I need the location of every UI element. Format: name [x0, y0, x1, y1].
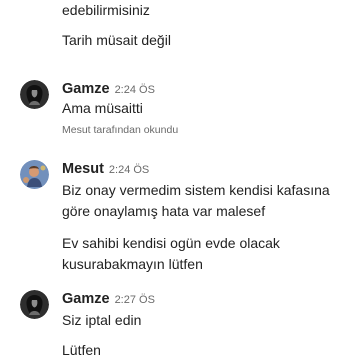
message-header: Mesut 2:24 ÖS [62, 161, 149, 177]
user-photo-avatar [20, 160, 49, 189]
message-thread: edebilirmisiniz Tarih müsait değil Gamze… [0, 0, 350, 358]
sender-name[interactable]: Gamze [62, 81, 110, 97]
avatar[interactable] [20, 80, 49, 109]
message-timestamp: 2:24 ÖS [108, 164, 150, 176]
avatar[interactable] [20, 160, 49, 189]
message-text: edebilirmisiniz [62, 2, 150, 18]
message-text: Lütfen [62, 342, 101, 358]
message-text: Siz iptal edin [62, 312, 142, 328]
person-silhouette-icon [20, 290, 49, 319]
message-text: Tarih müsait değil [62, 32, 171, 48]
message-timestamp: 2:27 ÖS [114, 294, 155, 306]
avatar[interactable] [20, 290, 49, 319]
message-text: kusurabakmayın lütfen [62, 256, 203, 272]
message-header: Gamze 2:27 ÖS [62, 291, 155, 307]
message-header: Gamze 2:24 ÖS [62, 81, 155, 97]
read-receipt: Mesut tarafından okundu [62, 124, 179, 136]
sender-name[interactable]: Gamze [62, 291, 110, 307]
person-silhouette-icon [20, 80, 49, 109]
message-text: Biz onay vermedim sistem kendisi kafasın… [62, 182, 330, 198]
sender-name[interactable]: Mesut [62, 161, 104, 177]
message-text: göre onaylamış hata var malesef [62, 203, 266, 219]
message-text: Ev sahibi kendisi ogün evde olacak [62, 235, 280, 251]
message-timestamp: 2:24 ÖS [114, 84, 155, 96]
message-text: Ama müsaitti [62, 100, 143, 116]
